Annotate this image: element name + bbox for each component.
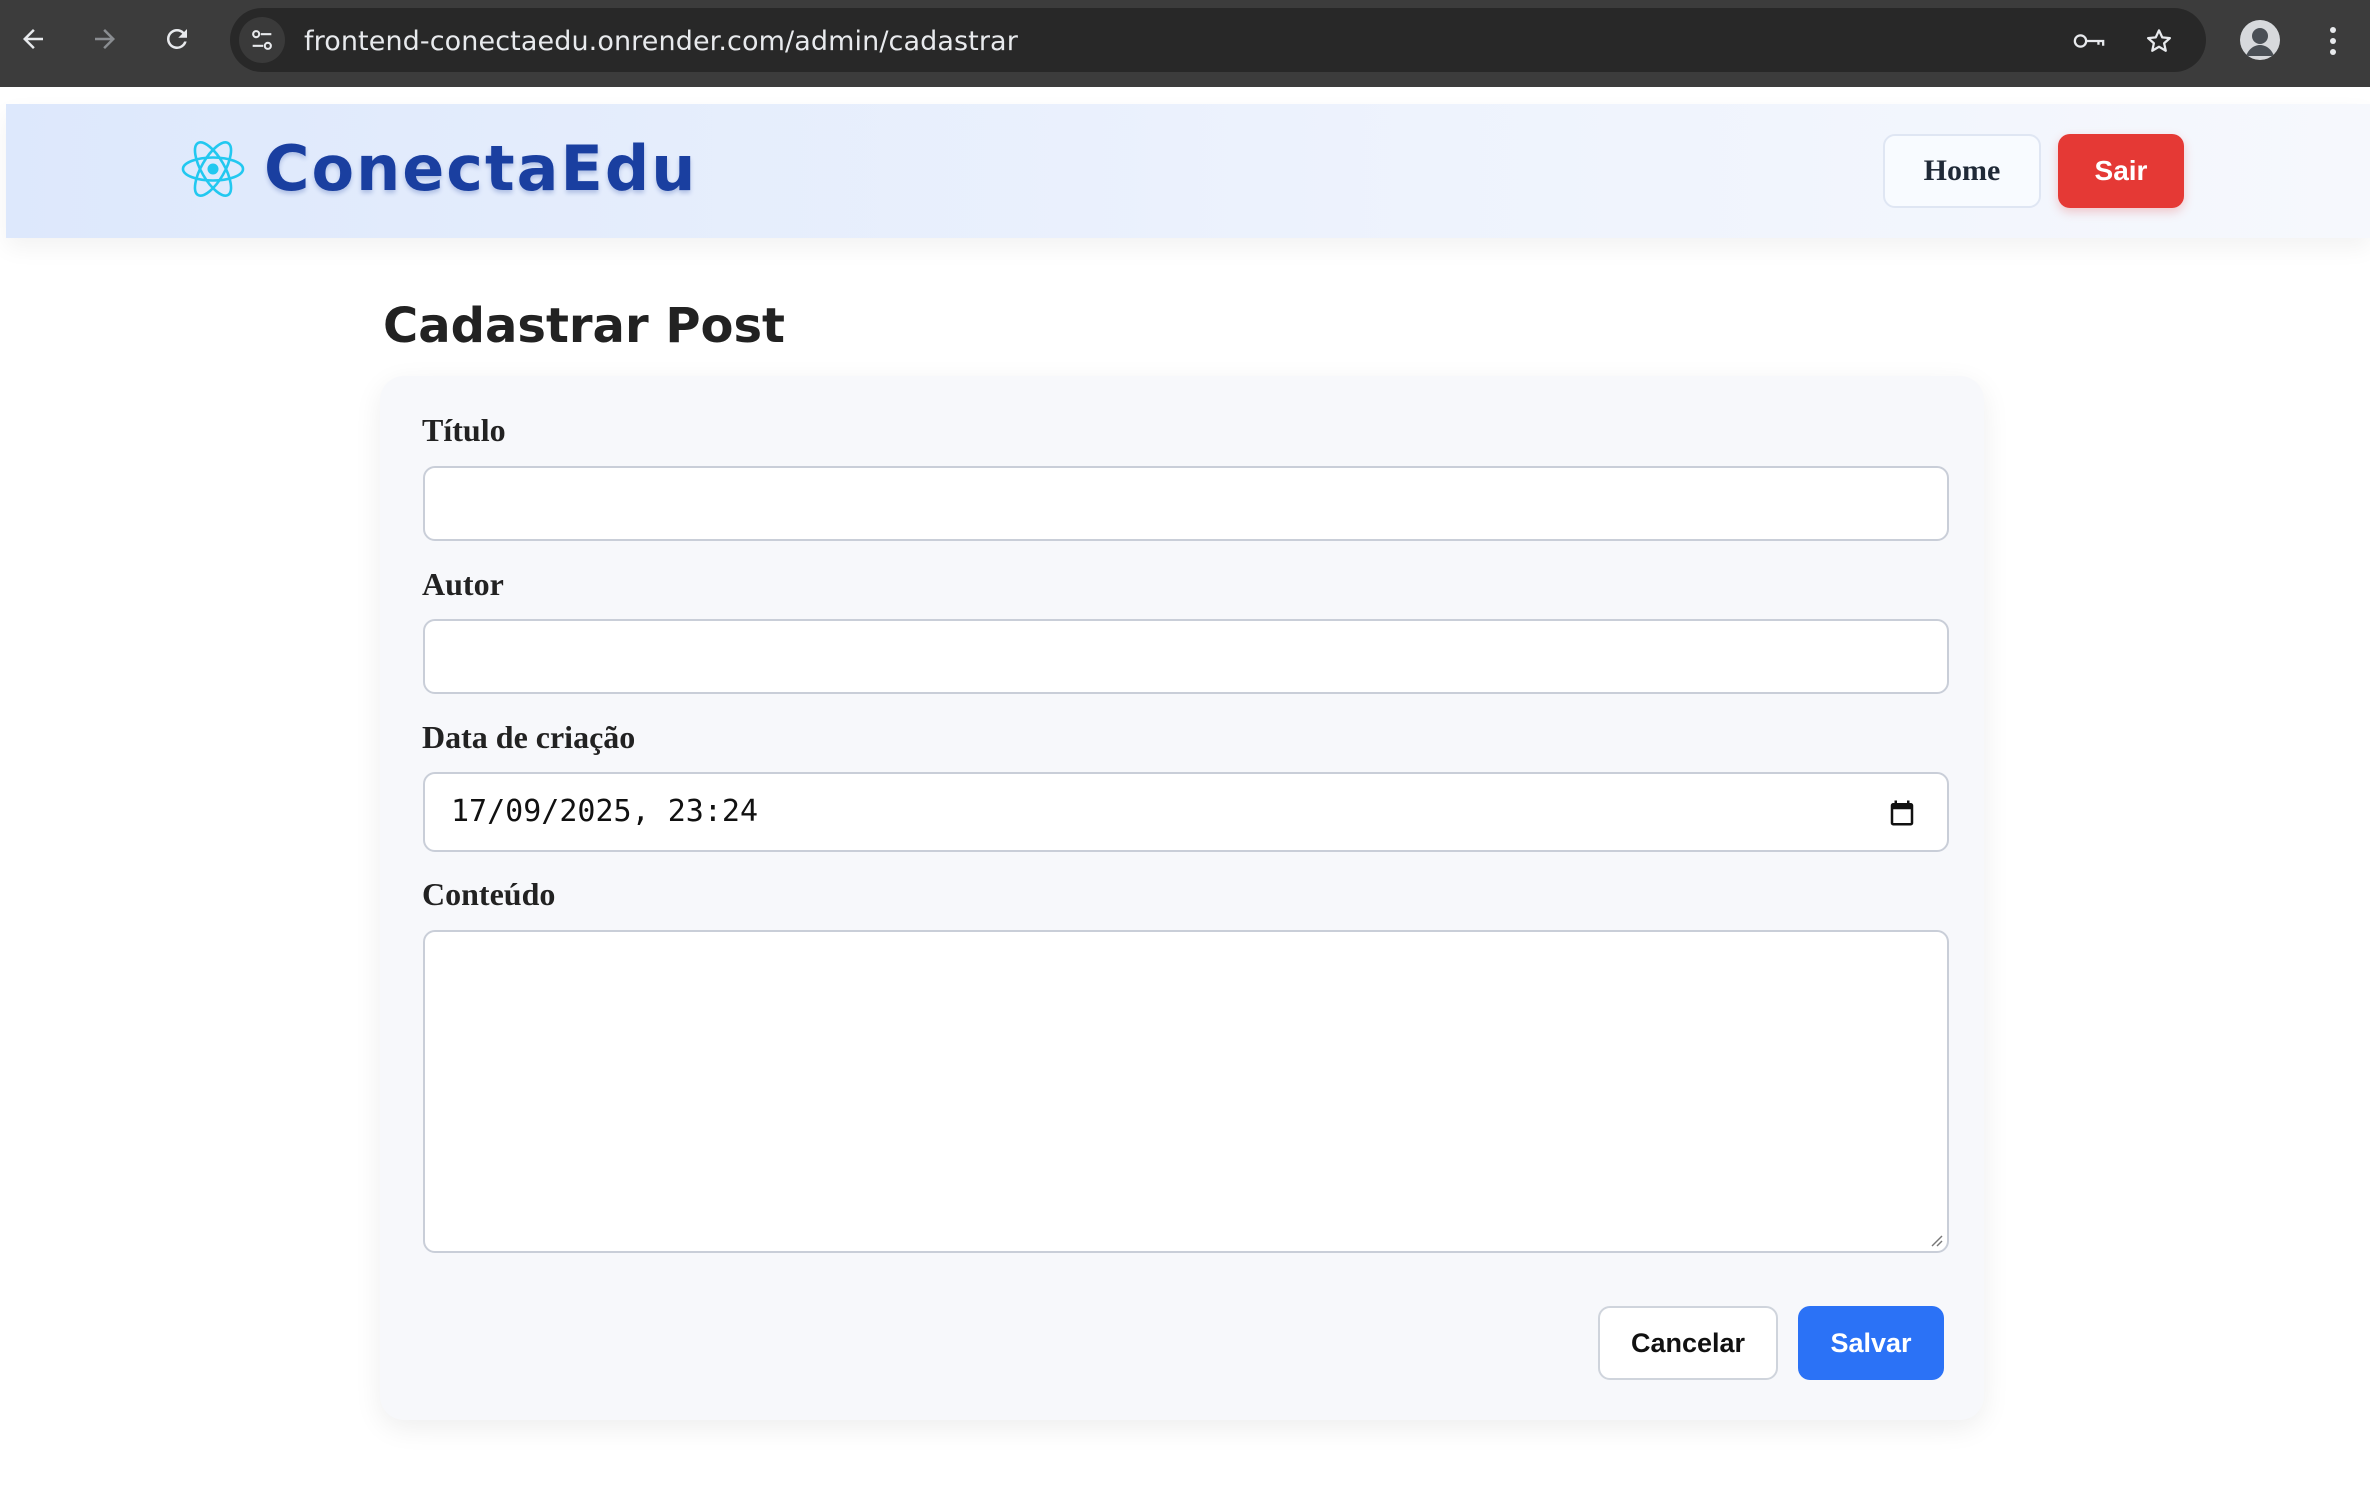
title-label: Título: [422, 412, 506, 448]
author-label: Autor: [422, 566, 504, 602]
arrow-right-icon: [95, 29, 115, 49]
profile-avatar-icon: [2240, 20, 2280, 60]
avatar[interactable]: [2240, 20, 2280, 60]
title-input[interactable]: [425, 468, 1947, 539]
key-icon: [2073, 34, 2105, 48]
date-label: Data de criação: [422, 719, 636, 755]
star-icon: [2147, 29, 2171, 52]
page-title: Cadastrar Post: [383, 298, 785, 354]
author-input[interactable]: [425, 621, 1947, 692]
author-field[interactable]: [423, 619, 1949, 694]
arrow-left-icon: [23, 29, 43, 49]
content-field[interactable]: [423, 930, 1949, 1253]
tune-icon: [252, 30, 272, 50]
app-header: ConectaEdu Home Sair: [6, 104, 2370, 238]
brand-logo[interactable]: ConectaEdu: [180, 132, 697, 205]
date-value[interactable]: 17/09/2025, 23:24: [451, 794, 758, 829]
home-button[interactable]: Home: [1883, 134, 2041, 208]
save-button[interactable]: Salvar: [1798, 1306, 1944, 1380]
date-input[interactable]: 17/09/2025, 23:24: [423, 772, 1949, 852]
back-button[interactable]: [18, 20, 48, 58]
resize-handle-icon[interactable]: [1927, 1231, 1943, 1247]
browser-menu-button[interactable]: [2318, 22, 2348, 60]
title-field[interactable]: [423, 466, 1949, 541]
logout-button[interactable]: Sair: [2058, 134, 2184, 208]
more-vert-icon: [2330, 27, 2336, 55]
forward-button[interactable]: [90, 20, 120, 58]
site-info-button[interactable]: [239, 17, 285, 63]
reload-button[interactable]: [162, 20, 192, 58]
browser-toolbar: frontend-conectaedu.onrender.com/admin/c…: [0, 0, 2370, 87]
calendar-icon[interactable]: [1887, 798, 1917, 828]
atom-icon: [181, 140, 245, 197]
password-manager-button[interactable]: [2072, 24, 2106, 58]
cancel-button[interactable]: Cancelar: [1598, 1306, 1778, 1380]
url-text[interactable]: frontend-conectaedu.onrender.com/admin/c…: [304, 26, 1018, 57]
reload-icon: [166, 28, 187, 49]
content-textarea[interactable]: [425, 932, 1947, 1251]
bookmark-button[interactable]: [2142, 24, 2176, 58]
content-label: Conteúdo: [422, 876, 556, 912]
address-bar[interactable]: frontend-conectaedu.onrender.com/admin/c…: [230, 8, 2206, 72]
brand-name: ConectaEdu: [264, 132, 698, 205]
post-form: Título Autor Data de criação 17/09/2025,…: [380, 376, 1984, 1420]
